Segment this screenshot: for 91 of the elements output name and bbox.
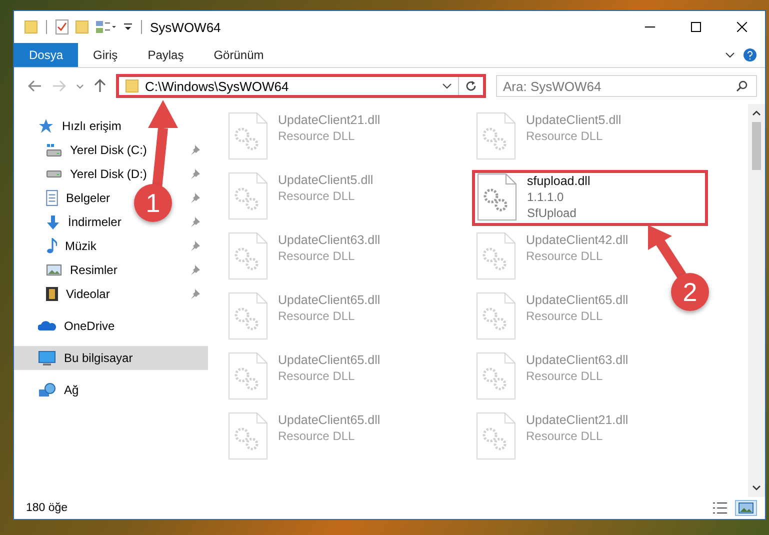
nav-item[interactable]: Yerel Disk (C:) (70, 143, 147, 157)
properties-icon[interactable] (55, 19, 69, 35)
file-detail: Resource DLL (278, 428, 356, 444)
drive-icon (46, 170, 62, 178)
dll-file-icon (228, 112, 268, 160)
file-detail: Resource DLL (526, 308, 604, 324)
dll-file-icon (228, 352, 268, 400)
file-name: UpdateClient21.dll (278, 112, 380, 128)
film-icon (46, 287, 58, 301)
refresh-icon[interactable] (465, 80, 477, 92)
file-name: UpdateClient63.dll (278, 232, 380, 248)
annotation-arrow (648, 225, 686, 279)
scroll-up-icon[interactable] (752, 110, 761, 116)
network-icon (38, 383, 56, 397)
nav-item[interactable]: İndirmeler (68, 215, 122, 229)
file-name: UpdateClient65.dll (278, 352, 380, 368)
minimize-icon (645, 26, 655, 28)
nav-item[interactable]: Bu bilgisayar (14, 346, 208, 370)
nav-item[interactable]: Resimler (70, 263, 118, 277)
file-name: UpdateClient42.dll (526, 232, 628, 248)
file-name: UpdateClient5.dll (526, 112, 622, 128)
nav-item[interactable]: Yerel Disk (D:) (70, 167, 147, 181)
file-name: UpdateClient65.dll (278, 412, 380, 428)
file-name: UpdateClient21.dll (526, 412, 628, 428)
file-item[interactable]: sfupload.dll 1.1.1.0 SfUpload (472, 170, 708, 226)
scroll-down-icon[interactable] (752, 485, 761, 491)
file-name: UpdateClient65.dll (526, 292, 628, 308)
scrollbar[interactable] (748, 104, 765, 497)
recent-locations-icon[interactable] (76, 84, 84, 88)
search-icon (736, 80, 748, 92)
address-path: C:\Windows\SysWOW64 (145, 78, 290, 94)
ribbon-tab[interactable]: Görünüm (198, 43, 279, 67)
dll-file-icon (228, 292, 268, 340)
file-detail: Resource DLL (526, 368, 604, 384)
file-detail: Resource DLL (278, 248, 356, 264)
dll-file-icon (228, 412, 268, 460)
dll-file-icon (228, 232, 268, 280)
window-title: SysWOW64 (150, 20, 222, 34)
folder-icon (125, 79, 139, 93)
item-count: 180 öğe (26, 502, 68, 514)
maximize-icon (691, 22, 701, 32)
dll-file-icon (477, 173, 517, 221)
address-bar[interactable]: C:\Windows\SysWOW64 (116, 74, 486, 98)
large-icons-view-icon (738, 502, 754, 514)
file-name: UpdateClient5.dll (278, 172, 374, 188)
ribbon-tab[interactable]: Giriş (78, 43, 133, 67)
customize-arrow-icon[interactable] (123, 23, 133, 31)
large-icons-view-button[interactable] (735, 500, 757, 516)
back-arrow-icon[interactable] (28, 80, 42, 92)
cloud-icon (38, 321, 56, 331)
file-detail: Resource DLL (526, 248, 604, 264)
nav-item[interactable]: OneDrive (14, 314, 208, 338)
ribbon-tab[interactable]: Paylaş (132, 43, 199, 67)
file-detail: Resource DLL (278, 188, 356, 204)
file-detail: Resource DLL (278, 128, 356, 144)
dll-file-icon (476, 232, 516, 280)
picture-icon (46, 264, 62, 276)
drive-icon (46, 144, 62, 156)
scrollbar-thumb[interactable] (752, 122, 761, 170)
star-icon (38, 118, 54, 134)
help-icon[interactable] (743, 48, 757, 62)
file-detail: Resource DLL (526, 428, 604, 444)
file-name: sfupload.dll (527, 173, 590, 189)
details-view-icon (712, 502, 728, 514)
expand-ribbon-icon[interactable] (725, 52, 735, 58)
dll-file-icon (476, 292, 516, 340)
file-detail: Resource DLL (278, 308, 356, 324)
nav-item[interactable]: Ağ (14, 378, 208, 402)
nav-item[interactable]: Hızlı erişim (14, 114, 208, 138)
music-note-icon (46, 238, 57, 254)
dll-file-icon (228, 172, 268, 220)
file-detail: 1.1.1.0 (527, 189, 565, 205)
download-arrow-icon (46, 214, 60, 230)
monitor-icon (38, 350, 56, 366)
search-field[interactable]: Ara: SysWOW64 (496, 75, 757, 97)
file-detail: SfUpload (527, 205, 578, 221)
dll-file-icon (476, 412, 516, 460)
dll-file-icon (476, 112, 516, 160)
file-detail: Resource DLL (278, 368, 356, 384)
ribbon-tab[interactable]: Dosya (14, 43, 78, 67)
close-icon (737, 22, 747, 32)
dll-file-icon (476, 352, 516, 400)
up-arrow-icon[interactable] (94, 79, 106, 93)
file-name: UpdateClient63.dll (526, 352, 628, 368)
view-options-icon[interactable] (95, 21, 117, 33)
nav-item[interactable]: Videolar (66, 287, 110, 301)
file-name: UpdateClient65.dll (278, 292, 380, 308)
file-detail: Resource DLL (526, 128, 604, 144)
nav-item[interactable]: Müzik (65, 239, 96, 253)
document-icon (46, 190, 58, 206)
nav-item[interactable]: Belgeler (66, 191, 110, 205)
